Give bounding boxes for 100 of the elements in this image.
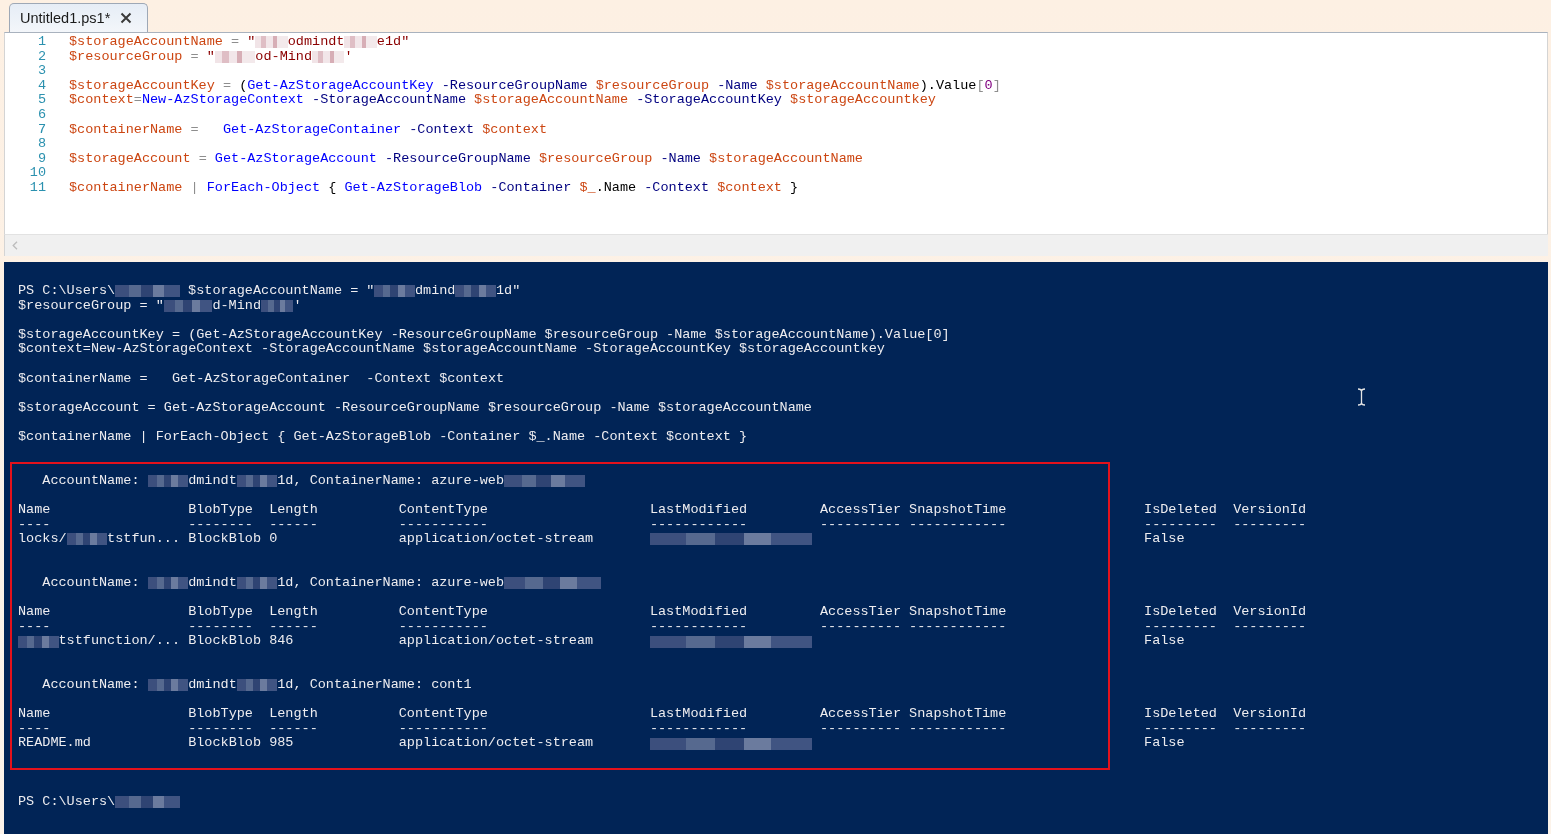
- code-text: od-Mind: [255, 49, 313, 65]
- table-cell: 0: [269, 532, 278, 547]
- code-text: e1d": [376, 35, 410, 50]
- code-text: $resourceGroup = ": [69, 49, 215, 65]
- table-cell: application/octet-stream: [398, 532, 594, 547]
- header-underline: ----: [18, 517, 51, 533]
- column-header: AccessTier: [820, 502, 901, 518]
- column-header: VersionId: [1233, 502, 1307, 518]
- column-header: VersionId: [1233, 707, 1307, 722]
- line-number: 4: [37, 78, 46, 94]
- header-underline: -----------: [398, 721, 488, 737]
- header-underline: ------------: [649, 619, 748, 635]
- header-underline: ---------: [1144, 517, 1217, 533]
- table-cell: tstfun...: [107, 532, 181, 547]
- code-text: $storageAccountKey = (Get-AzStorageAccountKey -ResourceGroupName $resourceGroup -Name $storageAccountName).Value[0]: [69, 78, 1001, 94]
- console-text: 1d, ContainerName: azure-web: [277, 575, 505, 591]
- header-underline: ------: [269, 619, 318, 635]
- console-text: $containerName | ForEach-Object { Get-AzStorageBlob -Container $_.Name -Context $context }: [18, 429, 748, 445]
- console-text: PS C:\Users\: [18, 794, 116, 810]
- column-header: Length: [269, 605, 318, 620]
- column-header: Name: [18, 605, 51, 620]
- console-text: AccountName:: [42, 678, 141, 693]
- console-text: $context=New-AzStorageContext -StorageAccountName $storageAccountName -StorageAccountKey $storageAccountkey: [18, 342, 885, 357]
- column-header: BlobType: [188, 502, 253, 518]
- code-text: odmindt: [287, 35, 345, 50]
- column-header: AccessTier: [820, 605, 901, 620]
- console-text: $storageAccountName = ": [187, 284, 375, 299]
- line-number: 10: [29, 166, 46, 181]
- column-header: IsDeleted: [1144, 707, 1217, 722]
- table-cell: tstfunction/...: [58, 634, 181, 649]
- console-text: $storageAccount = Get-AzStorageAccount -ResourceGroupName $resourceGroup -Name $storageAccountName: [18, 400, 812, 416]
- pixelated-redaction: [147, 679, 189, 692]
- column-header: SnapshotTime: [909, 605, 1007, 620]
- pixelated-redaction: [214, 50, 256, 63]
- table-cell: application/octet-stream: [398, 736, 594, 751]
- console-text: 1d, ContainerName: azure-web: [277, 473, 505, 489]
- column-header: IsDeleted: [1144, 502, 1217, 518]
- header-underline: ------: [269, 517, 318, 533]
- code-text: $containerName | ForEach-Object { Get-AzStorageBlob -Container $_.Name -Context $context }: [69, 180, 799, 196]
- header-underline: -----------: [398, 619, 488, 635]
- pixelated-redaction: [147, 475, 189, 487]
- table-cell: False: [1144, 634, 1185, 649]
- column-header: AccessTier: [820, 707, 901, 722]
- column-header: LastModified: [649, 605, 748, 620]
- header-underline: ----------: [820, 517, 901, 533]
- code-text: $storageAccount = Get-AzStorageAccount -ResourceGroupName $resourceGroup -Name $storageAccountName: [69, 151, 863, 167]
- pixelated-redaction: [236, 475, 278, 487]
- column-header: VersionId: [1233, 605, 1307, 620]
- code-text: $containerName = Get-AzStorageContainer -Context $context: [69, 122, 547, 138]
- header-underline: ------------: [909, 619, 1007, 635]
- close-icon[interactable]: [120, 12, 133, 24]
- header-underline: ----------: [820, 721, 901, 737]
- line-number: 9: [37, 151, 46, 167]
- header-underline: ------: [269, 721, 318, 737]
- console-pane[interactable]: [4, 262, 1548, 834]
- console-text: PS C:\Users\: [18, 284, 116, 299]
- header-underline: ---------: [1233, 619, 1307, 635]
- line-number: 1: [37, 35, 46, 50]
- column-header: Length: [269, 707, 318, 722]
- column-header: BlobType: [188, 707, 253, 722]
- line-number: 7: [37, 122, 46, 138]
- header-underline: ----------: [820, 619, 901, 635]
- code-text: $storageAccountName = ": [69, 35, 256, 50]
- code-text: ': [344, 49, 353, 65]
- console-text: dmind: [414, 284, 456, 299]
- text-cursor-icon: [1357, 388, 1366, 406]
- pixelated-redaction: [163, 299, 213, 312]
- pixelated-redaction: [255, 36, 288, 49]
- line-number: 8: [37, 137, 46, 152]
- horizontal-scrollbar[interactable]: [4, 234, 1548, 256]
- table-cell: BlockBlob: [188, 634, 262, 649]
- table-cell: BlockBlob: [188, 532, 262, 547]
- console-text: $resourceGroup = ": [18, 298, 164, 314]
- column-header: IsDeleted: [1144, 605, 1217, 620]
- table-cell: False: [1144, 736, 1185, 751]
- header-underline: -----------: [398, 517, 488, 533]
- pixelated-redaction: [261, 299, 294, 312]
- console-text: $storageAccountKey = (Get-AzStorageAccountKey -ResourceGroupName $resourceGroup -Name $storageAccountName).Value[0]: [18, 327, 950, 343]
- console-text: 1d": [495, 284, 521, 299]
- pixelated-redaction: [236, 679, 278, 692]
- console-text: dmindt: [188, 678, 237, 693]
- pixelated-redaction: [115, 285, 180, 298]
- pixelated-redaction: [374, 285, 415, 298]
- table-cell: BlockBlob: [188, 736, 262, 751]
- pixelated-redaction: [115, 796, 180, 809]
- pixelated-redaction: [312, 50, 345, 63]
- header-underline: ---------: [1233, 517, 1307, 533]
- header-underline: ---------: [1144, 721, 1217, 737]
- pixelated-redaction: [18, 635, 59, 648]
- code-text: $context=New-AzStorageContext -StorageAccountName $storageAccountName -StorageAccountKey $storageAccountkey: [69, 93, 936, 108]
- file-tab[interactable]: Untitled1.ps1*: [9, 3, 149, 32]
- console-text: 1d, ContainerName: cont1: [277, 678, 472, 693]
- pixelated-redaction: [147, 577, 189, 590]
- pixelated-redaction: [455, 285, 496, 298]
- line-number: 6: [37, 107, 46, 123]
- column-header: LastModified: [649, 707, 748, 722]
- script-editor[interactable]: [4, 32, 1548, 234]
- table-cell: locks/: [18, 532, 67, 547]
- header-underline: --------: [188, 721, 253, 737]
- console-text: AccountName:: [42, 575, 141, 591]
